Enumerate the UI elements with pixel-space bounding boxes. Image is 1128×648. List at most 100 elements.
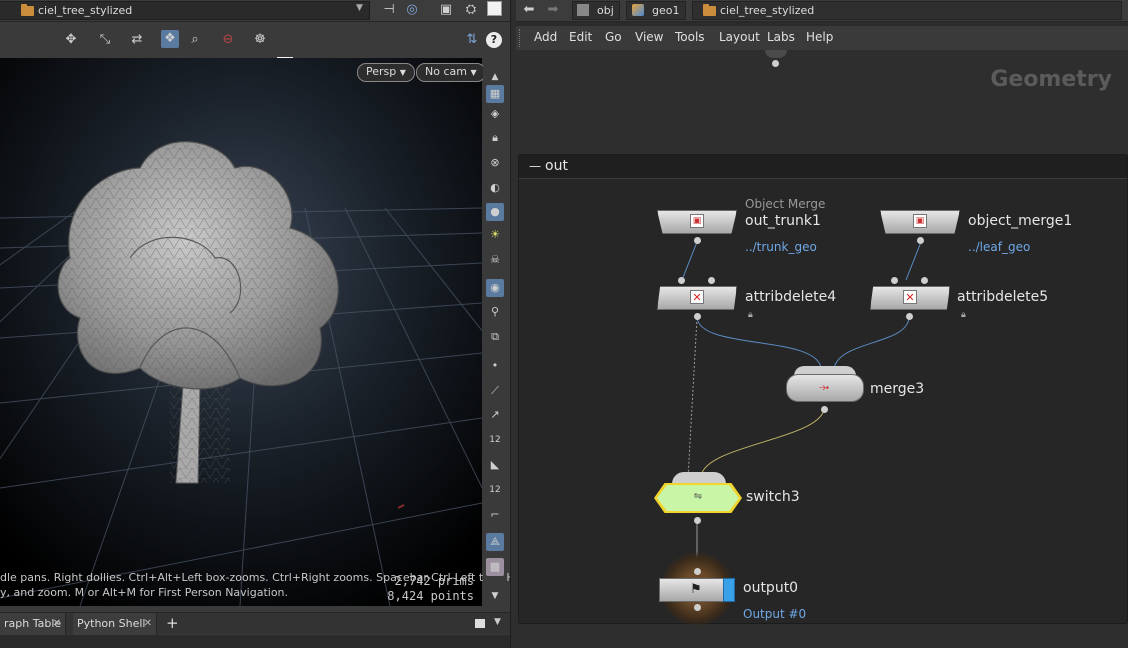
object-merge-icon: ▣ [690,214,704,228]
point-numbers-icon[interactable]: 12 [486,431,504,449]
viewport-toolbar: ✥ ⤡ ⇄ ❖ ⌕ ⊖ ☸ ✲ ⇅ ? [0,23,510,73]
input-connector[interactable] [891,277,898,284]
next-pane-header [0,635,510,648]
pane-tab-bar: raph Table ✕ Python Shell ✕ + ▼ [0,612,510,635]
lock-icon[interactable]: 🔒︎ [748,310,753,320]
lens-icon[interactable]: ⌕ [186,31,204,49]
snap-icon[interactable]: ⛭ [462,1,480,19]
3d-viewport[interactable] [0,58,482,606]
node-name: merge3 [870,381,925,397]
node-wires [681,241,922,570]
light-icon[interactable]: ☸ [251,31,269,49]
selection-mode-icon[interactable]: ❖ [161,30,179,48]
node-name: output0 [743,580,799,596]
target-icon[interactable]: ◎ [403,1,421,19]
chevron-down-icon[interactable]: ▼ [356,3,363,13]
persp-camera-menu[interactable]: Persp ▼ [357,63,415,82]
node-output-label: Output #0 [743,607,807,621]
uv-icon[interactable]: ⟁ [486,533,504,551]
close-icon[interactable]: ✕ [53,613,61,635]
display-options-icon[interactable]: ⇅ [463,31,481,49]
shading-icon[interactable]: ◉ [486,279,504,297]
node-name: object_merge1 [968,213,1073,229]
transform-icon[interactable]: ✥ [62,31,80,49]
chevron-down-icon: ▼ [470,68,477,77]
prims-count: 2,742 prims [394,574,474,588]
point-icon[interactable]: • [486,357,504,375]
prim-numbers-icon[interactable]: 12 [486,481,504,499]
lightbulb-icon[interactable]: ☀ [486,226,504,244]
chevron-down-icon[interactable]: ▼ [494,617,501,627]
grid-icon[interactable]: ▦ [486,85,504,103]
tab-python-shell[interactable]: Python Shell ✕ [73,613,157,635]
viewport-canvas [0,58,482,606]
pin-icon[interactable]: ⊣ [380,1,398,19]
lock-icon[interactable]: 🔒︎ [486,129,504,147]
lock-icon[interactable]: 🔒︎ [961,310,966,320]
cam-menu[interactable]: No cam ▼ [416,63,486,82]
output-connector[interactable] [694,517,701,524]
output-connector[interactable] [821,406,828,413]
output-connector[interactable] [694,604,701,611]
ghost-icon[interactable]: ◈ [486,105,504,123]
output-icon: ⚑ [690,582,702,597]
node-name: attribdelete5 [957,289,1049,305]
headlight-icon[interactable]: ● [486,203,504,221]
close-icon[interactable]: ✕ [144,613,152,635]
handle-icon[interactable]: ⤡ [96,31,114,49]
tab-label: Python Shell [77,617,146,630]
object-merge-icon: ▣ [913,214,927,228]
display-flag[interactable] [723,578,735,602]
persp-label: Persp [366,65,397,78]
output-connector[interactable] [694,237,701,244]
node-path[interactable]: ../leaf_geo [968,240,1030,254]
help-icon[interactable]: ? [486,32,502,48]
stop-icon[interactable]: ⊖ [219,31,237,49]
orient-icon[interactable]: ⇄ [128,31,146,49]
add-tab-button[interactable]: + [166,614,179,632]
node-path[interactable]: ../trunk_geo [745,240,817,254]
prim-display-icon[interactable]: ◣ [486,456,504,474]
points-count: 8,424 points [387,589,474,603]
cam-label: No cam [425,65,467,78]
sphere-icon[interactable]: ◐ [486,179,504,197]
scroll-up-icon[interactable]: ▲ [486,68,504,86]
node-type-label: Object Merge [745,197,826,211]
input-connector[interactable] [678,277,685,284]
point-display-icon[interactable]: ⚲ [486,303,504,321]
skull-icon[interactable]: ☠ [486,251,504,269]
viewport-hint-line2: y, and zoom. M or Alt+M for First Person… [0,586,289,599]
normal-icon[interactable]: ⟋ [486,382,504,400]
tab-graph-table[interactable]: raph Table ✕ [0,613,66,635]
path-field[interactable]: ciel_tree_stylized ▼ [0,1,370,20]
input-connector[interactable] [694,568,701,575]
folder-icon [21,4,34,16]
input-connector[interactable] [708,277,715,284]
output-connector[interactable] [917,237,924,244]
merge-icon: ⤞ [818,380,830,395]
pane-layout-icon[interactable] [475,619,485,628]
profile-icon[interactable]: ⌐ [486,506,504,524]
texture-icon[interactable]: ▩ [486,558,504,576]
node-name: switch3 [746,489,800,505]
switch-icon: ⇋ [693,491,703,502]
scroll-down-icon[interactable]: ▼ [486,587,504,605]
scene-view-pane: ciel_tree_stylized ▼ ⊣ ◎ ▣ ⛭ ✥ ⤡ ⇄ ❖ ⌕ ⊖… [0,0,541,648]
template-icon[interactable]: ⧉ [486,328,504,346]
maximize-icon[interactable] [487,1,502,16]
output-connector[interactable] [694,313,701,320]
scene-view-path-bar: ciel_tree_stylized ▼ ⊣ ◎ ▣ ⛭ [0,0,510,22]
output-connector[interactable] [906,313,913,320]
box-icon[interactable]: ▣ [437,1,455,19]
node-name: attribdelete4 [745,289,837,305]
path-label: ciel_tree_stylized [38,4,133,17]
chevron-down-icon: ▼ [399,68,406,77]
xray-icon[interactable]: ⊗ [486,154,504,172]
switch-input[interactable] [672,472,726,484]
vector-icon[interactable]: ↗ [486,406,504,424]
display-options-strip: ▲ ▦ ◈ 🔒︎ ⊗ ◐ ● ☀ ☠ ◉ ⚲ ⧉ • ⟋ ↗ 12 ◣ 12 ⌐… [483,58,507,606]
input-connector[interactable] [921,277,928,284]
delete-icon: ✕ [690,290,704,304]
network-editor-pane: ⬅ ➡ obj geo1 ciel_tree_stylized Add Edit… [516,0,1128,648]
node-name: out_trunk1 [745,213,821,229]
